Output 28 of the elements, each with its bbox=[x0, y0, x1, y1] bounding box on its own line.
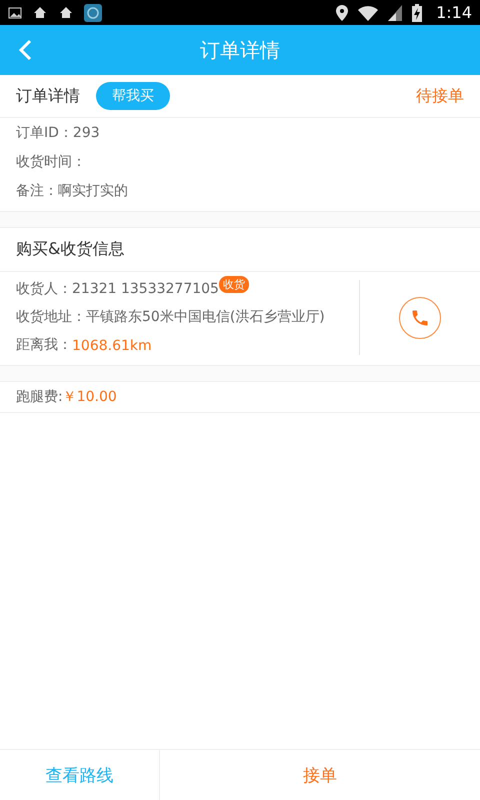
page-title: 订单详情 bbox=[200, 36, 280, 64]
status-time: 1:14 bbox=[436, 3, 472, 22]
signal-icon bbox=[388, 4, 402, 20]
receiver-label: 收货人： bbox=[16, 280, 72, 299]
battery-icon bbox=[412, 4, 422, 22]
home-icon bbox=[58, 4, 74, 20]
fee-label: 跑腿费: bbox=[16, 388, 63, 406]
call-button[interactable] bbox=[399, 296, 441, 338]
order-status: 待接单 bbox=[416, 86, 464, 106]
receive-badge: 收货 bbox=[218, 276, 249, 293]
fee-amount: ￥10.00 bbox=[62, 388, 117, 406]
back-icon bbox=[18, 39, 32, 61]
wifi-icon bbox=[358, 4, 378, 20]
distance-label: 距离我： bbox=[16, 336, 72, 355]
order-info-line: 备注：啊实打实的 bbox=[16, 182, 129, 201]
home-icon bbox=[32, 4, 48, 20]
section-title: 购买&收货信息 bbox=[16, 239, 124, 260]
app-icon bbox=[84, 4, 102, 22]
order-info-line: 收货时间： bbox=[16, 153, 87, 172]
receiver-info: 21321 13533277105 bbox=[72, 280, 219, 299]
address-line: 收货地址：平镇路东50米中国电信(洪石乡营业厅) bbox=[16, 308, 325, 327]
order-type-tag: 帮我买 bbox=[96, 82, 170, 110]
phone-icon bbox=[410, 308, 430, 328]
order-info-line: 订单ID：293 bbox=[16, 124, 101, 143]
location-icon bbox=[336, 4, 348, 20]
image-icon bbox=[8, 6, 22, 18]
distance-value: 1068.61km bbox=[72, 338, 152, 354]
section-title: 订单详情 bbox=[16, 86, 80, 106]
